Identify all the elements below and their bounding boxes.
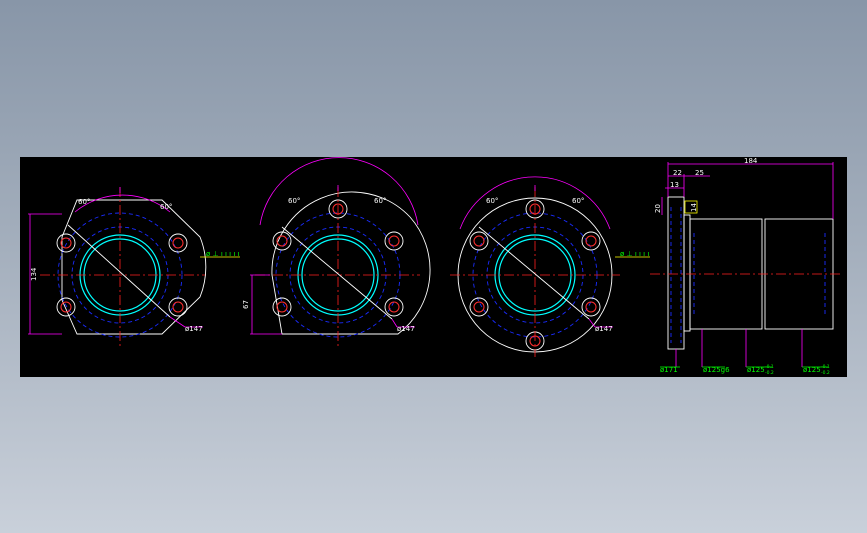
body-dia-2-tol-lower: -0.2: [821, 370, 830, 376]
front-view-3: 60° 60° ø147 ø ⊥ ı ı ı ı: [450, 176, 650, 357]
dim-25: 25: [695, 169, 704, 177]
diameter-label: ø147: [595, 325, 613, 333]
height-dim: 134: [30, 267, 38, 281]
cad-drawing: .out { stroke:#ffffff; fill:none; stroke…: [28, 157, 842, 376]
diameter-label: ø147: [397, 325, 415, 333]
front-view-2: 60° 60° 67 ø147: [242, 157, 431, 347]
angle-label-left: 60°: [288, 197, 300, 205]
surface-symbol: ø ⊥ ı ı ı ı: [620, 250, 649, 258]
height-dim: 67: [242, 300, 250, 309]
dim-13: 13: [670, 181, 679, 189]
angle-label-right: 60°: [374, 197, 386, 205]
body-dia-1-tol-upper: -0.1: [765, 364, 774, 370]
angle-label-right: 60°: [572, 197, 584, 205]
diameter-label: ø147: [185, 325, 203, 333]
cad-drawing-viewport: .out { stroke:#ffffff; fill:none; stroke…: [20, 157, 847, 377]
body-dia-2-tol-upper: -0.1: [821, 364, 830, 370]
body-dia-2-label: ø125: [803, 366, 821, 374]
angle-label-left: 60°: [78, 198, 90, 206]
dim-14: 14: [690, 203, 698, 212]
front-view-1: 60° 60° 134 ø147 ø ⊥ ı ı ı ı ı: [28, 187, 240, 347]
side-view: 184 22 25 13 20 14 ø171 ø125g6 ø125 -0.1…: [650, 157, 842, 376]
flange-dia-label: ø171: [660, 366, 678, 374]
overall-length-dim: 184: [744, 157, 758, 165]
angle-label-right: 60°: [160, 203, 172, 211]
angle-label-left: 60°: [486, 197, 498, 205]
pilot-dia-label: ø125g6: [703, 366, 730, 374]
surface-symbol: ø ⊥ ı ı ı ı ı: [206, 250, 240, 258]
body-dia-1-tol-lower: -0.2: [765, 370, 774, 376]
flange-section: [667, 196, 685, 350]
dim-22: 22: [673, 169, 682, 177]
body-dia-1-label: ø125: [747, 366, 765, 374]
dim-20: 20: [654, 204, 662, 213]
